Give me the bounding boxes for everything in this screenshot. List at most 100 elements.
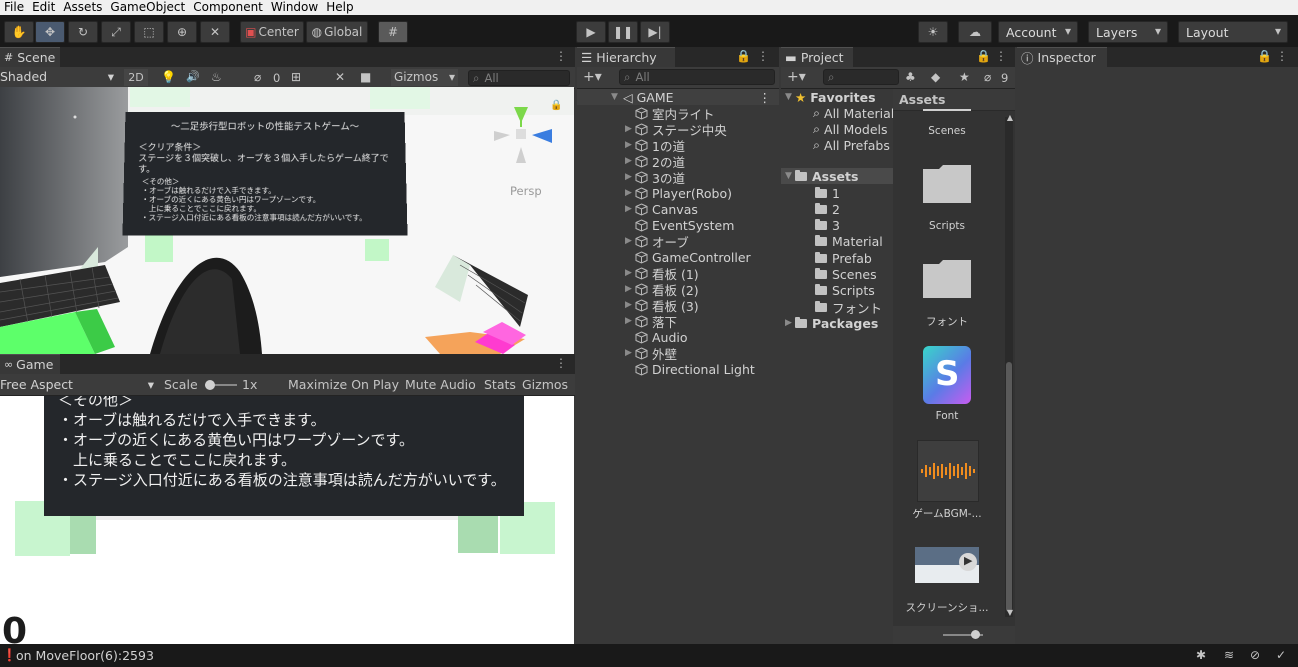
favorite-star-icon[interactable]: ★ — [959, 70, 970, 84]
progress-icon[interactable]: ✓ — [1276, 648, 1286, 662]
tab-scene[interactable]: # Scene — [0, 47, 60, 67]
transform-tool-button[interactable]: ⊕ — [167, 21, 197, 43]
cache-icon[interactable]: ≋ — [1224, 648, 1234, 662]
custom-tool-button[interactable]: ✕ — [200, 21, 230, 43]
debug-icon[interactable]: ✱ — [1196, 648, 1206, 662]
scroll-down-icon[interactable]: ▼ — [1007, 608, 1013, 617]
hierarchy-item[interactable]: ▶ Canvas — [577, 201, 779, 217]
create-asset-button[interactable]: +▾ — [787, 69, 806, 85]
menu-component[interactable]: Component — [189, 0, 267, 15]
tab-game[interactable]: ∞ Game — [0, 354, 60, 374]
asset-item-label[interactable]: Scenes — [897, 125, 997, 137]
hierarchy-item[interactable]: ▶ 看板 (3) — [577, 297, 779, 314]
asset-size-slider-thumb[interactable] — [971, 630, 980, 639]
asset-folder-item[interactable]: フォント — [815, 299, 882, 316]
menu-help[interactable]: Help — [322, 0, 357, 15]
status-message[interactable]: on MoveFloor(6):2593 — [16, 648, 154, 663]
asset-folder-item[interactable]: Scripts — [815, 283, 875, 299]
favorite-search-item[interactable]: ⌕ All Prefabs — [813, 137, 890, 153]
hierarchy-item[interactable]: Audio — [577, 329, 779, 345]
add-object-button[interactable]: +▾ — [583, 69, 602, 85]
cloud-button[interactable]: ☁ — [958, 21, 992, 43]
scale-slider-thumb[interactable] — [205, 380, 215, 390]
expand-arrow-icon[interactable]: ▶ — [625, 156, 635, 166]
expand-arrow-icon[interactable]: ▼ — [611, 92, 621, 102]
hidden-packages-icon[interactable]: ⌀ — [984, 70, 991, 84]
camera-icon[interactable]: ■ — [360, 70, 371, 84]
info-icon[interactable]: ❗ — [2, 648, 17, 662]
expand-arrow-icon[interactable]: ▶ — [625, 348, 635, 358]
packages-folder[interactable]: ▶ Packages — [785, 315, 878, 331]
lock-icon[interactable]: 🔒 — [976, 49, 991, 63]
kebab-menu-icon[interactable]: ⋮ — [995, 49, 1007, 63]
expand-arrow-icon[interactable]: ▶ — [625, 268, 635, 278]
persp-label[interactable]: Persp — [510, 184, 542, 198]
play-button[interactable]: ▶ — [576, 21, 606, 43]
asset-folder-item[interactable]: Prefab — [815, 250, 872, 266]
expand-arrow-icon[interactable]: ▶ — [625, 300, 635, 310]
expand-arrow-icon[interactable]: ▶ — [625, 188, 635, 198]
asset-folder-item[interactable]: Scenes — [815, 267, 877, 283]
asset-grid-scrollbar[interactable] — [1005, 117, 1013, 617]
expand-arrow-icon[interactable]: ▶ — [625, 172, 635, 182]
project-search-input[interactable]: ⌕ — [823, 69, 899, 85]
layout-dropdown[interactable]: Layout — [1178, 21, 1288, 43]
lighting-icon[interactable]: 💡 — [161, 70, 176, 84]
kebab-menu-icon[interactable]: ⋮ — [757, 49, 769, 63]
shading-mode-dropdown[interactable]: Shaded ▾ — [0, 69, 116, 86]
assets-root-folder[interactable]: ▼ Assets — [781, 168, 893, 184]
mode-2d-toggle[interactable]: 2D — [124, 69, 148, 86]
hierarchy-item[interactable]: ▶ 落下 — [577, 313, 779, 330]
hierarchy-item[interactable]: ▶ Player(Robo) — [577, 185, 779, 201]
stats-toggle[interactable]: Stats — [484, 377, 516, 392]
hierarchy-item[interactable]: Directional Light — [577, 361, 779, 377]
asset-folder-item[interactable]: 1 — [815, 185, 840, 201]
audio-icon[interactable]: 🔊 — [186, 70, 200, 83]
menu-assets[interactable]: Assets — [59, 0, 106, 15]
audio-clip-thumbnail[interactable] — [917, 440, 979, 502]
account-dropdown[interactable]: Account — [998, 21, 1078, 43]
expand-arrow-icon[interactable]: ▶ — [625, 284, 635, 294]
scene-search-input[interactable]: ⌕ All — [468, 70, 570, 86]
hierarchy-item[interactable]: ▶ 外壁 — [577, 345, 779, 362]
auto-generate-lighting-icon[interactable]: ⊘ — [1250, 648, 1260, 662]
services-button[interactable]: ☀ — [918, 21, 948, 43]
hierarchy-item[interactable]: ▶ オーブ — [577, 233, 779, 250]
menu-window[interactable]: Window — [267, 0, 322, 15]
play-circle-icon[interactable]: ▶ — [959, 553, 977, 571]
menu-edit[interactable]: Edit — [28, 0, 59, 15]
scene-viewport[interactable]: 〜二足歩行型ロボットの性能テストゲーム〜 ＜クリア条件＞ ステージを３個突破し、… — [0, 87, 574, 354]
layers-dropdown[interactable]: Layers — [1088, 21, 1168, 43]
step-button[interactable]: ▶| — [640, 21, 670, 43]
grid-snap-button[interactable]: # — [378, 21, 408, 43]
lock-icon[interactable]: 🔒 — [1257, 49, 1272, 63]
lock-icon[interactable]: 🔒 — [736, 49, 751, 63]
scale-tool-button[interactable]: ⤢ — [101, 21, 131, 43]
search-by-label-icon[interactable]: ◆ — [931, 70, 940, 84]
expand-arrow-icon[interactable]: ▶ — [625, 140, 635, 150]
pivot-center-button[interactable]: ▣ Center — [240, 21, 304, 43]
gizmos-dropdown[interactable]: Gizmos ▾ — [391, 69, 458, 86]
hidden-objects-icon[interactable]: ⌀ — [254, 70, 261, 84]
expand-arrow-icon[interactable]: ▶ — [625, 236, 635, 246]
hierarchy-item[interactable]: ▶ 3の道 — [577, 169, 779, 186]
screenshot-thumbnail[interactable]: ▶ — [915, 547, 979, 583]
rect-tool-button[interactable]: ⬚ — [134, 21, 164, 43]
scenes-folder-thumbnail[interactable] — [923, 109, 971, 111]
kebab-menu-icon[interactable]: ⋮ — [555, 49, 567, 63]
asset-item-label[interactable]: フォント — [897, 314, 997, 329]
expand-arrow-icon[interactable]: ▼ — [785, 92, 795, 102]
hand-tool-button[interactable]: ✋ — [4, 21, 34, 43]
tab-project[interactable]: ▬ Project — [781, 47, 853, 67]
favorite-search-item[interactable]: ⌕ All Materials — [813, 105, 901, 121]
kebab-menu-icon[interactable]: ⋮ — [759, 90, 772, 105]
asset-folder-item[interactable]: 3 — [815, 218, 840, 234]
asset-folder-item[interactable]: 2 — [815, 201, 840, 217]
gizmos-toggle[interactable]: Gizmos — [522, 377, 568, 392]
scale-slider[interactable] — [205, 380, 237, 390]
pivot-global-button[interactable]: ◍ Global — [306, 21, 368, 43]
tab-hierarchy[interactable]: ☰ Hierarchy — [577, 47, 675, 67]
kebab-menu-icon[interactable]: ⋮ — [1276, 49, 1288, 63]
aspect-dropdown[interactable]: Free Aspect ▾ — [0, 377, 156, 392]
pause-button[interactable]: ❚❚ — [608, 21, 638, 43]
